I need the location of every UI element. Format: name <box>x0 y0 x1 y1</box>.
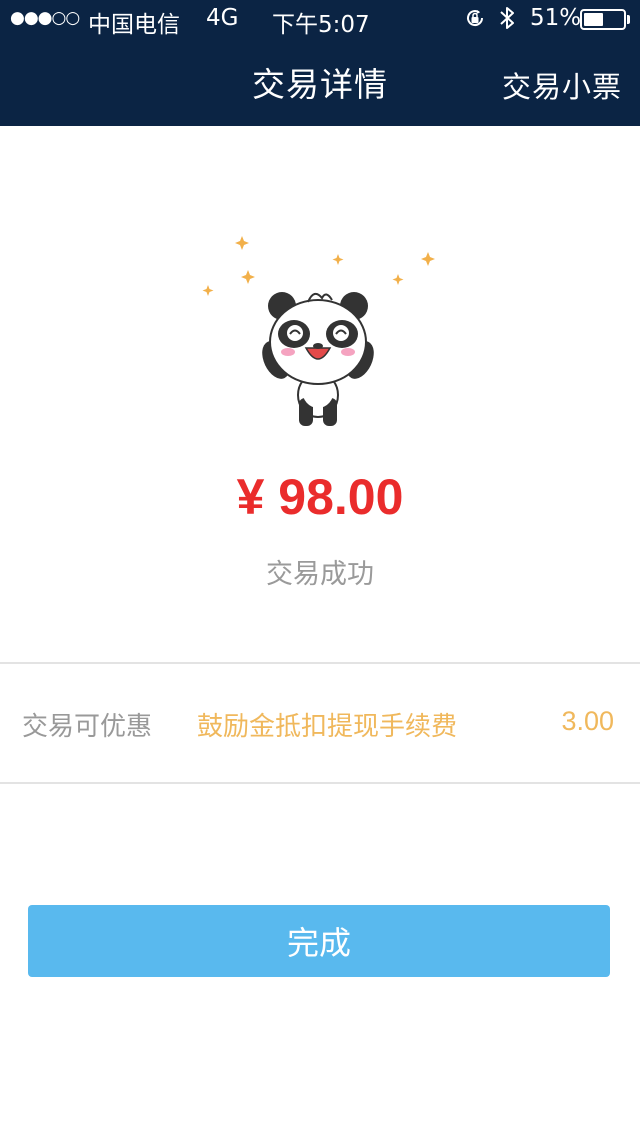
carrier-name: 中国电信 <box>88 12 180 38</box>
discount-value: 3.00 <box>561 706 614 736</box>
done-button[interactable]: 完成 <box>28 905 610 977</box>
header-bar: ●●●○○ 中国电信 4G 下午5:07 51% 交易详情 交易小票 <box>0 0 640 126</box>
battery-cap <box>627 15 630 24</box>
transaction-amount: ¥ 98.00 <box>236 469 404 525</box>
battery-percent: 51% <box>530 5 582 31</box>
discount-description: 鼓励金抵扣提现手续费 <box>197 712 458 742</box>
status-bar: ●●●○○ 中国电信 4G 下午5:07 51% <box>0 0 640 40</box>
status-time: 下午5:07 <box>272 12 370 38</box>
orientation-lock-icon <box>467 10 484 27</box>
panda-mascot-illustration <box>202 236 435 426</box>
receipt-button[interactable]: 交易小票 <box>502 64 622 106</box>
bluetooth-icon <box>500 7 514 29</box>
battery-icon <box>580 9 626 30</box>
divider-bottom <box>0 782 640 784</box>
network-type: 4G <box>206 5 239 31</box>
sparkle-icons <box>202 236 435 296</box>
signal-strength: ●●●○○ <box>10 8 80 28</box>
discount-label: 交易可优惠 <box>22 712 153 742</box>
divider-top <box>0 662 640 664</box>
battery-level <box>584 13 603 26</box>
transaction-status: 交易成功 <box>266 559 374 590</box>
